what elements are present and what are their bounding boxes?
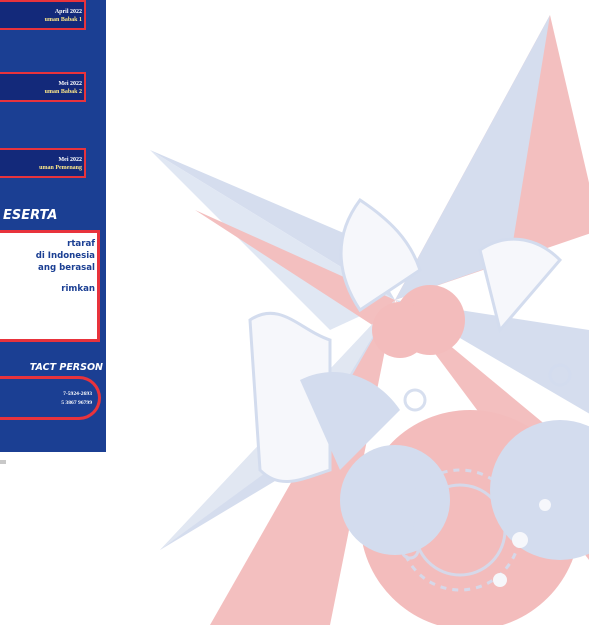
schedule-item: April 2022 uman Babak 1 [0, 0, 86, 30]
peserta-description: rtaraf di Indonesia ang berasal rimkan [0, 230, 100, 342]
event-poster: April 2022 uman Babak 1 Mei 2022 uman Ba… [0, 0, 106, 452]
schedule-date: April 2022 [54, 9, 82, 15]
schedule-label: uman Babak 1 [44, 17, 82, 23]
schedule-item: Mei 2022 uman Pemenang [0, 148, 86, 178]
peserta-line: rimkan [61, 284, 95, 294]
contact-phone: 7-5924-2693 [63, 391, 92, 397]
contact-person-heading: TACT PERSON [29, 362, 103, 373]
schedule-label: uman Babak 2 [44, 89, 82, 95]
contact-person-box: 7-5924-2693 5 3867 96799 [0, 376, 101, 420]
peserta-heading: ESERTA [3, 208, 58, 223]
schedule-item: Mei 2022 uman Babak 2 [0, 72, 86, 102]
peserta-line: di Indonesia [35, 251, 95, 261]
divider [0, 460, 6, 464]
schedule-date: Mei 2022 [58, 157, 83, 163]
schedule-date: Mei 2022 [58, 81, 83, 87]
contact-phone: 5 3867 96799 [61, 400, 92, 406]
peserta-line: rtaraf [67, 239, 95, 249]
peserta-line: ang berasal [38, 263, 95, 273]
peserta-line [0, 274, 95, 283]
schedule-label: uman Pemenang [39, 165, 82, 171]
